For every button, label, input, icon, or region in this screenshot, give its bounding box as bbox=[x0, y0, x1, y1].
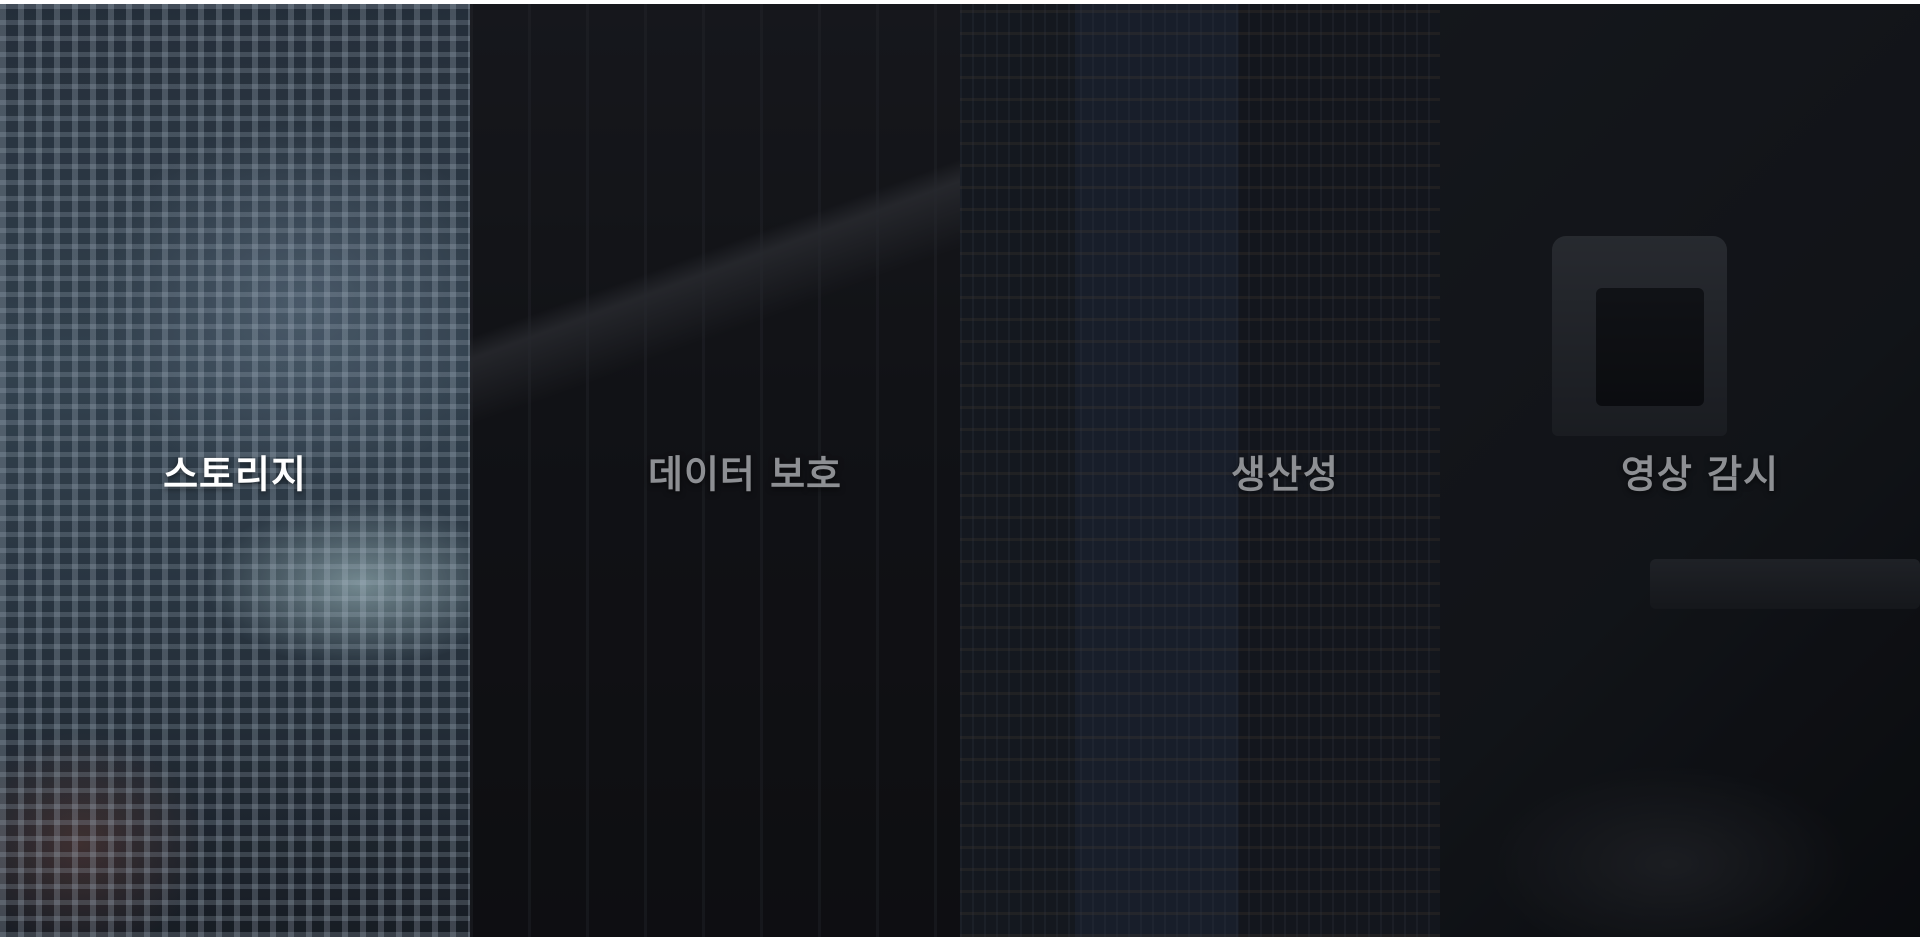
panel-label-data-protection: 데이터 보호 bbox=[647, 452, 843, 496]
panel-data-protection[interactable]: 데이터 보호 bbox=[470, 4, 960, 937]
panel-video-surveillance[interactable]: 영상 감시 bbox=[1440, 4, 1920, 937]
panel-storage[interactable]: 스토리지 bbox=[0, 4, 470, 937]
solution-slider: 스토리지 데이터 보호 생산성 영상 감시 bbox=[0, 4, 1920, 937]
panel-productivity[interactable]: 생산성 bbox=[960, 4, 1440, 937]
panel-label-storage: 스토리지 bbox=[163, 452, 307, 496]
panel-overlay bbox=[960, 4, 1440, 937]
panel-label-video-surveillance: 영상 감시 bbox=[1620, 452, 1780, 496]
panel-label-productivity: 생산성 bbox=[1231, 452, 1339, 496]
